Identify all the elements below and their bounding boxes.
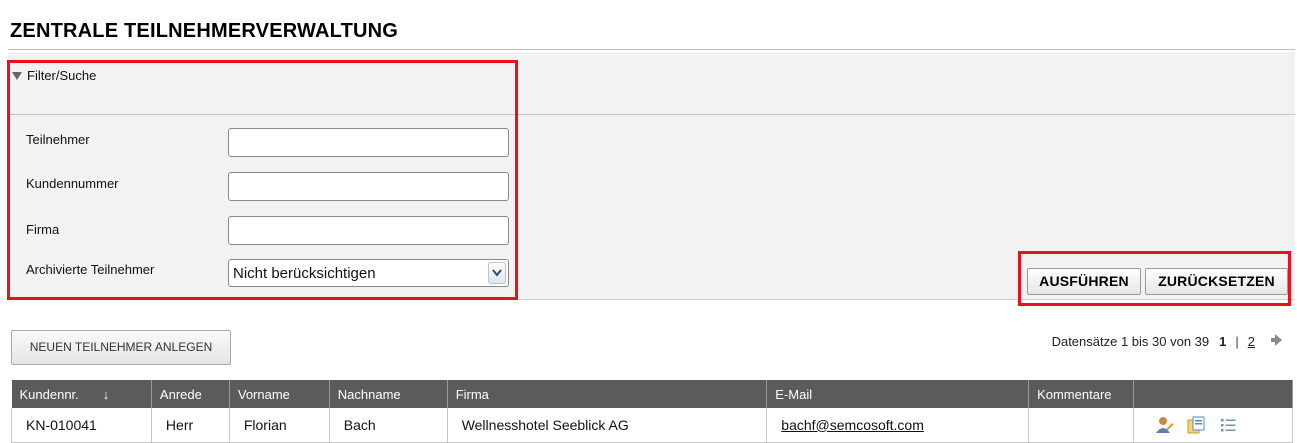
- cell-kundennr: KN-010041: [11, 408, 152, 443]
- record-count: Datensätze 1 bis 30 von 39: [1051, 334, 1210, 349]
- column-header-nachname[interactable]: Nachname: [329, 380, 448, 408]
- page-separator: |: [1235, 334, 1239, 349]
- teilnehmer-input[interactable]: [228, 128, 509, 157]
- participants-table: Kundennr. ↓ Anrede Vorname Nachname Firma…: [11, 380, 1293, 443]
- copy-document-icon[interactable]: [1186, 415, 1206, 435]
- page-title: ZENTRALE TEILNEHMERVERWALTUNG: [10, 20, 399, 42]
- archived-select[interactable]: Nicht berücksichtigen: [228, 259, 509, 287]
- label-archivierte-teilnehmer: Archivierte Teilnehmer: [26, 262, 155, 277]
- cell-kommentare: [1028, 408, 1135, 443]
- column-header-firma[interactable]: Firma: [447, 380, 768, 408]
- list-icon[interactable]: [1218, 415, 1238, 435]
- pager: Datensätze 1 bis 30 von 39 1 | 2: [1052, 333, 1283, 350]
- sort-down-arrow-icon: ↓: [102, 386, 110, 402]
- email-link[interactable]: bachf@semcosoft.com: [781, 417, 924, 433]
- filter-header: Filter/Suche: [8, 52, 1295, 115]
- cell-anrede: Herr: [151, 408, 230, 443]
- column-header-kundennr[interactable]: Kundennr. ↓: [11, 380, 152, 408]
- table-header-row: Kundennr. ↓ Anrede Vorname Nachname Firma…: [11, 380, 1293, 408]
- label-kundennummer: Kundennummer: [26, 176, 119, 191]
- cell-email: bachf@semcosoft.com: [766, 408, 1030, 443]
- title-divider: [8, 49, 1295, 50]
- column-header-email[interactable]: E-Mail: [766, 380, 1030, 408]
- kundennummer-input[interactable]: [228, 172, 509, 201]
- table-row[interactable]: KN-010041 Herr Florian Bach Wellnesshote…: [11, 408, 1293, 443]
- cell-firma: Wellnesshotel Seeblick AG: [447, 408, 768, 443]
- filter-panel: Filter/Suche Teilnehmer Kundennummer Fir…: [8, 52, 1295, 300]
- archived-select-value: Nicht berücksichtigen: [233, 265, 376, 282]
- column-header-actions: [1133, 380, 1293, 408]
- chevron-down-icon[interactable]: [488, 262, 506, 284]
- cell-vorname: Florian: [229, 408, 330, 443]
- new-participant-button[interactable]: NEUEN TEILNEHMER ANLEGEN: [11, 330, 231, 365]
- column-header-vorname[interactable]: Vorname: [229, 380, 330, 408]
- page-link-2[interactable]: 2: [1248, 334, 1255, 349]
- firma-input[interactable]: [228, 216, 509, 245]
- filter-toggle-label: Filter/Suche: [27, 68, 97, 83]
- column-label-kundennr: Kundennr.: [19, 386, 79, 402]
- column-header-anrede[interactable]: Anrede: [151, 380, 230, 408]
- cell-nachname: Bach: [329, 408, 448, 443]
- reset-button[interactable]: ZURÜCKSETZEN: [1145, 268, 1288, 295]
- next-page-arrow-icon[interactable]: [1271, 333, 1283, 350]
- column-header-kommentare: Kommentare: [1028, 380, 1135, 408]
- label-firma: Firma: [26, 222, 60, 237]
- current-page: 1: [1219, 334, 1227, 349]
- filter-toggle[interactable]: Filter/Suche: [12, 68, 96, 83]
- label-teilnehmer: Teilnehmer: [26, 132, 90, 147]
- cell-actions: [1133, 408, 1293, 443]
- execute-button[interactable]: AUSFÜHREN: [1027, 268, 1141, 295]
- edit-user-icon[interactable]: [1154, 415, 1174, 435]
- collapse-triangle-icon: [12, 72, 22, 80]
